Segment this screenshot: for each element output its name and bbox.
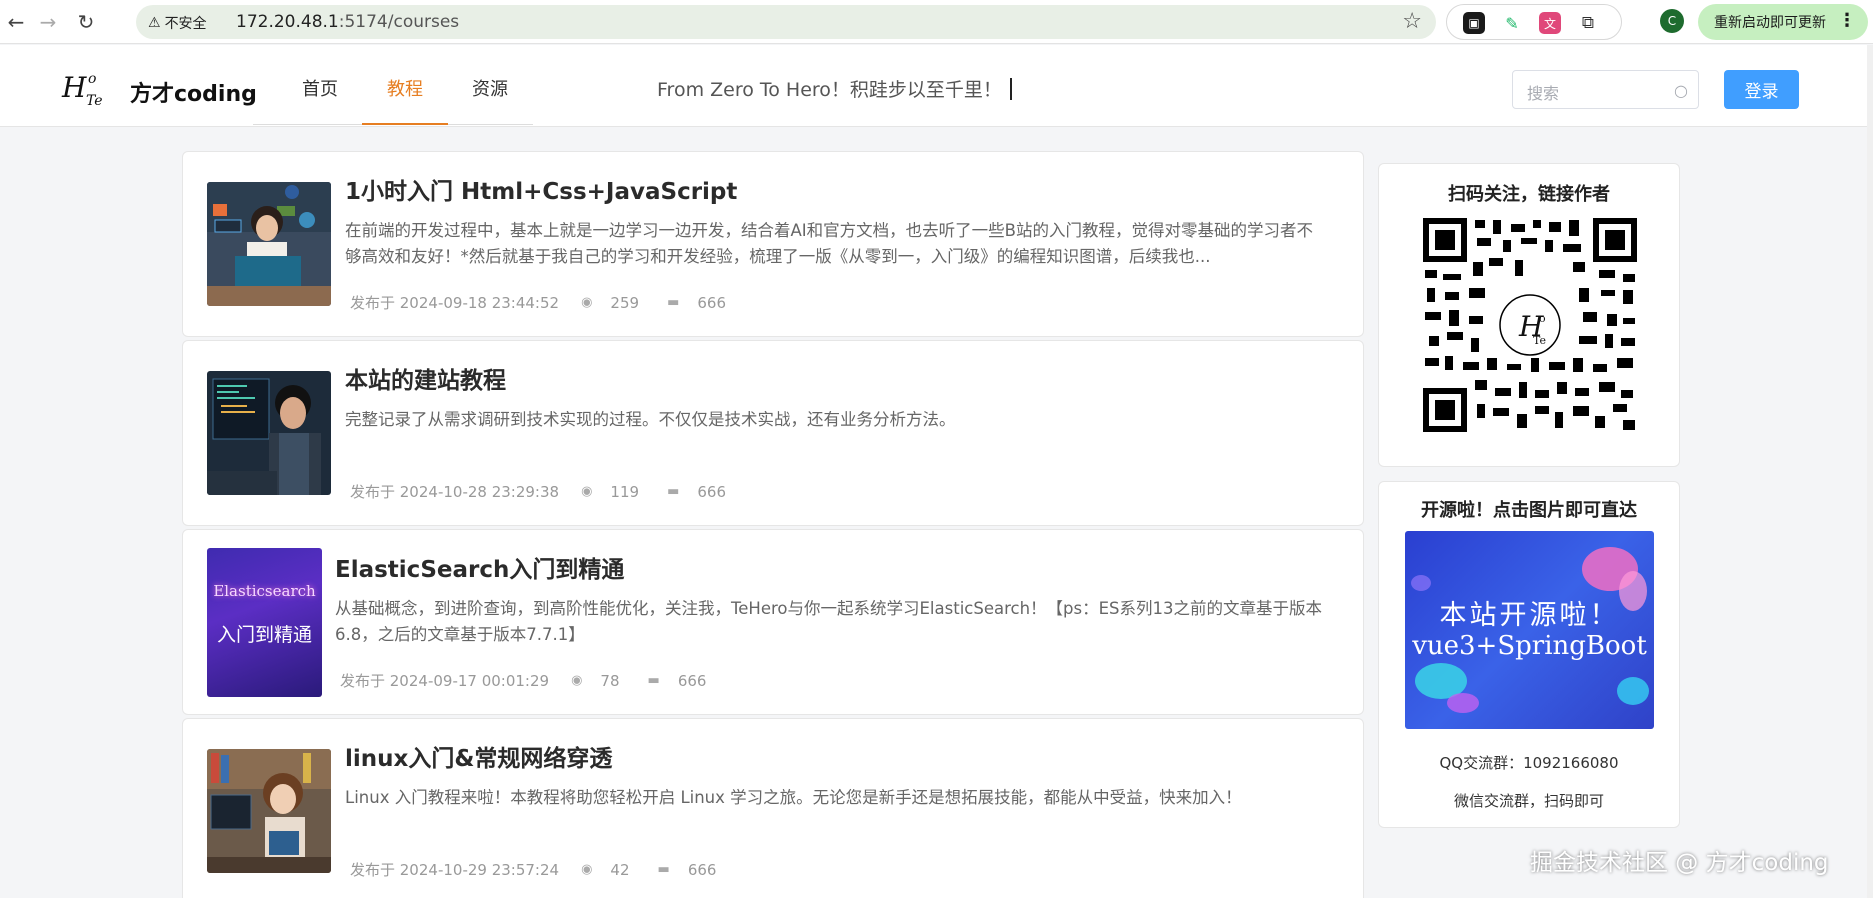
- puzzle-icon[interactable]: ⧉: [1577, 12, 1599, 34]
- site-name[interactable]: 方才coding: [130, 76, 257, 108]
- article-thumbnail[interactable]: [207, 182, 331, 306]
- svg-text:Te: Te: [1533, 334, 1546, 347]
- url-text[interactable]: 172.20.48.1:5174/courses: [236, 12, 459, 32]
- menu-dots-icon[interactable]: ⋮: [1838, 10, 1856, 31]
- view-count: 119: [610, 482, 640, 501]
- article-thumbnail[interactable]: Elasticsearch 入门到精通: [207, 548, 322, 697]
- warning-icon: ⚠: [148, 15, 161, 31]
- extension-translate-icon[interactable]: 文: [1539, 12, 1561, 34]
- publish-date: 发布于 2024-10-29 23:57:24: [350, 861, 560, 879]
- eye-icon: ◉: [581, 862, 593, 877]
- security-indicator[interactable]: ⚠ 不安全: [148, 13, 207, 33]
- article-meta: 发布于 2024-10-28 23:29:38 ◉ 119 ▬ 666: [350, 481, 726, 502]
- article-thumbnail[interactable]: [207, 371, 331, 495]
- view-count: 259: [610, 293, 640, 312]
- article-summary: 从基础概念，到进阶查询，到高阶性能优化，关注我，TeHero与你一起系统学习El…: [335, 599, 1322, 644]
- comment-icon: ▬: [647, 673, 660, 688]
- comment-icon: ▬: [667, 484, 680, 499]
- scrollbar[interactable]: [1867, 45, 1873, 898]
- qr-card-title: 扫码关注，链接作者: [1448, 184, 1610, 205]
- article-summary: 在前端的开发过程中，基本上就是一边学习一边开发，结合着AI和官方文档，也去听了一…: [345, 221, 1313, 266]
- forward-icon[interactable]: →: [34, 8, 62, 36]
- article-card[interactable]: Elasticsearch 入门到精通 ElasticSearch入门到精通 从…: [182, 529, 1364, 715]
- bookmark-star-icon[interactable]: ☆: [1402, 9, 1422, 34]
- article-card[interactable]: 本站的建站教程 完整记录了从需求调研到技术实现的过程。不仅仅是技术实战，还有业务…: [182, 340, 1364, 526]
- login-button[interactable]: 登录: [1724, 70, 1799, 109]
- browser-toolbar: ← → ↻ ⚠ 不安全 172.20.48.1:5174/courses ☆ ▣…: [0, 0, 1873, 44]
- thumbnail-title: Elasticsearch: [213, 582, 316, 600]
- comment-count: 666: [697, 293, 726, 312]
- search-input[interactable]: 搜索 ○: [1512, 70, 1699, 109]
- comment-count: 666: [687, 860, 717, 879]
- search-placeholder: 搜索: [1527, 84, 1560, 103]
- publish-date: 发布于 2024-09-18 23:44:52: [350, 294, 560, 312]
- nav-resources[interactable]: 资源: [472, 75, 508, 101]
- extension-leaf-icon[interactable]: ✎: [1501, 12, 1523, 34]
- article-title[interactable]: linux入门&常规网络穿透: [345, 739, 612, 773]
- search-icon[interactable]: ○: [1674, 81, 1688, 100]
- reload-icon[interactable]: ↻: [72, 8, 100, 36]
- article-summary: Linux 入门教程来啦！本教程将助您轻松开启 Linux 学习之旅。无论您是新…: [345, 788, 1242, 807]
- slogan: From Zero To Hero！积跬步以至千里！: [657, 75, 1012, 102]
- open-source-title: 开源啦！点击图片即可直达: [1421, 500, 1637, 521]
- banner-headline: 本站开源啦！: [1439, 600, 1620, 631]
- wechat-group-text: 微信交流群，扫码即可: [1453, 792, 1604, 810]
- qq-group-text: QQ交流群：1092166080: [1439, 754, 1619, 772]
- article-meta: 发布于 2024-09-17 00:01:29 ◉ 78 ▬ 666: [340, 670, 706, 691]
- nav-active-indicator: [362, 123, 448, 125]
- publish-date: 发布于 2024-09-17 00:01:29: [340, 672, 550, 690]
- watermark: 掘金技术社区 @ 方才coding: [1530, 850, 1829, 876]
- study-girl-illustration-icon: [207, 749, 331, 873]
- view-count: 78: [600, 671, 620, 690]
- open-source-banner[interactable]: 本站开源啦！ vue3+SpringBoot: [1405, 531, 1654, 729]
- nav-home[interactable]: 首页: [302, 75, 338, 101]
- wechat-qr-code: H o Te: [1423, 218, 1637, 432]
- coding-girl-illustration-icon: [207, 182, 331, 306]
- text-cursor: [1009, 78, 1012, 100]
- view-count: 42: [610, 860, 630, 879]
- address-bar[interactable]: ⚠ 不安全 172.20.48.1:5174/courses ☆: [136, 5, 1436, 39]
- open-source-card: 开源啦！点击图片即可直达 本站开源啦！ vue3+SpringBoot QQ交流…: [1378, 481, 1680, 828]
- url-path: :5174/courses: [338, 12, 460, 32]
- comment-icon: ▬: [667, 295, 680, 310]
- article-summary: 完整记录了从需求调研到技术实现的过程。不仅仅是技术实战，还有业务分析方法。: [345, 410, 956, 429]
- eye-icon: ◉: [581, 295, 593, 310]
- publish-date: 发布于 2024-10-28 23:29:38: [350, 483, 560, 501]
- nav-tutorials[interactable]: 教程: [387, 75, 423, 101]
- article-meta: 发布于 2024-10-29 23:57:24 ◉ 42 ▬ 666: [350, 859, 716, 880]
- back-icon[interactable]: ←: [2, 8, 30, 36]
- svg-text:o: o: [1539, 312, 1546, 325]
- profile-avatar[interactable]: C: [1660, 9, 1684, 33]
- extensions-group: ▣ ✎ 文 ⧉: [1446, 4, 1622, 40]
- article-title[interactable]: ElasticSearch入门到精通: [335, 550, 624, 584]
- restart-update-button[interactable]: 重新启动即可更新 ⋮: [1698, 4, 1868, 40]
- article-card[interactable]: 1小时入门 Html+Css+JavaScript 在前端的开发过程中，基本上就…: [182, 151, 1364, 337]
- banner-stack: vue3+SpringBoot: [1412, 631, 1647, 661]
- eye-icon: ◉: [581, 484, 593, 499]
- article-card[interactable]: linux入门&常规网络穿透 Linux 入门教程来啦！本教程将助您轻松开启 L…: [182, 718, 1364, 898]
- article-title[interactable]: 1小时入门 Html+Css+JavaScript: [345, 172, 737, 206]
- eye-icon: ◉: [571, 673, 583, 688]
- url-host: 172.20.48.1: [236, 12, 339, 32]
- article-meta: 发布于 2024-09-18 23:44:52 ◉ 259 ▬ 666: [350, 292, 726, 313]
- qr-follow-card: 扫码关注，链接作者 H o Te: [1378, 163, 1680, 467]
- site-logo[interactable]: H o Te: [58, 65, 112, 117]
- developer-illustration-icon: [207, 371, 331, 495]
- extension-icon[interactable]: ▣: [1463, 12, 1485, 34]
- comment-icon: ▬: [657, 862, 670, 877]
- thumbnail-subtitle: 入门到精通: [216, 624, 312, 646]
- comment-count: 666: [697, 482, 726, 501]
- site-header: H o Te 方才coding 首页 教程 资源 From Zero To He…: [0, 45, 1873, 127]
- comment-count: 666: [677, 671, 707, 690]
- article-thumbnail[interactable]: [207, 749, 331, 873]
- article-title[interactable]: 本站的建站教程: [345, 361, 506, 395]
